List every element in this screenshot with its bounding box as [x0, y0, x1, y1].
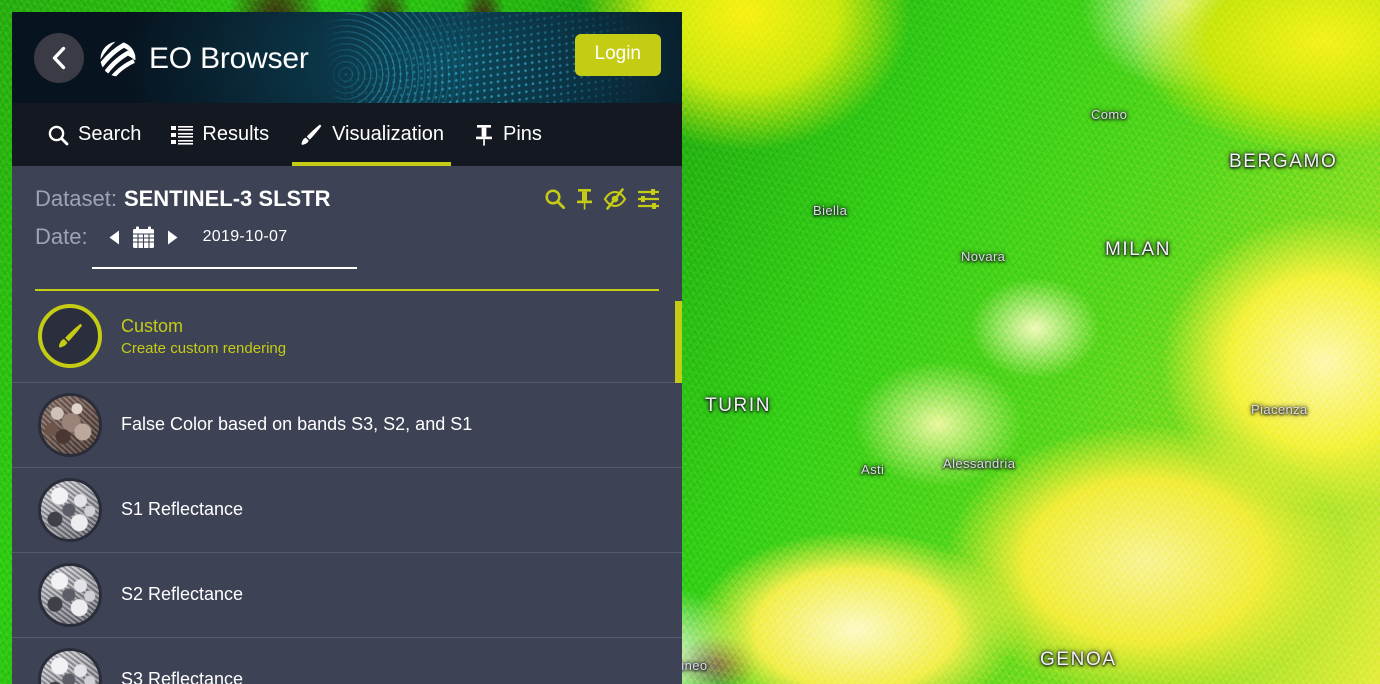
dataset-search-icon[interactable] [544, 188, 566, 210]
list-item-title: False Color based on bands S3, S2, and S… [121, 414, 473, 435]
main-nav: Search Results Visualization Pins [12, 103, 682, 166]
tab-search[interactable]: Search [32, 103, 156, 166]
list-item-text: Custom Create custom rendering [121, 316, 286, 357]
list-item-title: S2 Reflectance [121, 584, 244, 605]
app-logo-title[interactable]: EO Browser [98, 39, 309, 79]
paintbrush-icon [58, 324, 83, 348]
dataset-hide-icon[interactable] [603, 188, 627, 210]
tab-pins[interactable]: Pins [459, 103, 557, 166]
tab-visualization-label: Visualization [332, 123, 445, 145]
list-item[interactable]: False Color based on bands S3, S2, and S… [12, 383, 682, 468]
sliders-icon [638, 189, 659, 209]
date-value[interactable]: 2019-10-07 [203, 228, 288, 246]
dataset-label: Dataset: [35, 186, 117, 211]
list-item-text: S3 Reflectance [121, 669, 243, 684]
date-next-button[interactable] [162, 228, 183, 247]
list-item[interactable]: S3 Reflectance [12, 638, 682, 684]
s3-reflectance-thumb [38, 647, 102, 684]
paintbrush-icon [301, 124, 322, 145]
date-block: Date: 2019-10-07 [12, 212, 682, 269]
app-title: EO Browser [149, 42, 309, 75]
search-icon [545, 189, 566, 210]
visualization-list[interactable]: Custom Create custom rendering False Col… [12, 291, 682, 684]
tab-search-label: Search [78, 123, 142, 145]
list-item-text: False Color based on bands S3, S2, and S… [121, 414, 472, 435]
s2-reflectance-thumb [38, 562, 102, 627]
calendar-icon [132, 226, 154, 248]
list-item[interactable]: Custom Create custom rendering [12, 291, 682, 383]
tab-visualization[interactable]: Visualization [284, 103, 459, 166]
date-row: Date: 2019-10-07 [35, 224, 660, 250]
header-arc-pattern [320, 12, 490, 103]
dataset-actions [544, 188, 660, 210]
s1-reflectance-thumb [38, 477, 102, 542]
list-item-subtitle: Create custom rendering [121, 339, 287, 357]
tab-results[interactable]: Results [156, 103, 284, 166]
list-item-title: S1 Reflectance [121, 499, 244, 520]
triangle-left-icon [109, 230, 119, 244]
dataset-name: SENTINEL-3 SLSTR [123, 186, 331, 211]
back-button[interactable] [34, 33, 84, 83]
tab-results-label: Results [202, 123, 270, 145]
pin-icon [577, 189, 592, 210]
login-button[interactable]: Login [574, 34, 661, 76]
custom-brush-thumb [38, 304, 102, 369]
list-item-title: Custom [121, 315, 184, 336]
list-item[interactable]: S1 Reflectance [12, 468, 682, 553]
list-item[interactable]: S2 Reflectance [12, 553, 682, 638]
dataset-row: Dataset: SENTINEL-3 SLSTR [12, 166, 682, 212]
eye-slash-icon [603, 188, 627, 210]
false-color-thumb [38, 392, 102, 457]
dataset-settings-icon[interactable] [637, 188, 660, 210]
list-icon [171, 125, 194, 145]
list-item-text: S2 Reflectance [121, 584, 243, 605]
eo-browser-panel: EO Browser Login Search Results Visualiz… [12, 12, 682, 684]
pin-icon [476, 124, 493, 146]
date-input-underline [92, 267, 357, 269]
tab-pins-label: Pins [503, 123, 542, 145]
search-icon [48, 125, 69, 145]
list-scrollbar-thumb[interactable] [675, 300, 682, 383]
dataset-pin-icon[interactable] [576, 188, 593, 210]
date-label: Date: [35, 224, 88, 249]
calendar-button[interactable] [132, 226, 155, 249]
app-header: EO Browser Login [12, 12, 682, 103]
list-item-text: S1 Reflectance [121, 499, 243, 520]
chevron-left-icon [52, 46, 66, 70]
list-item-title: S3 Reflectance [121, 669, 244, 684]
sentinel-hub-sphere-logo [100, 41, 136, 77]
triangle-right-icon [167, 230, 178, 244]
date-prev-button[interactable] [104, 228, 125, 247]
